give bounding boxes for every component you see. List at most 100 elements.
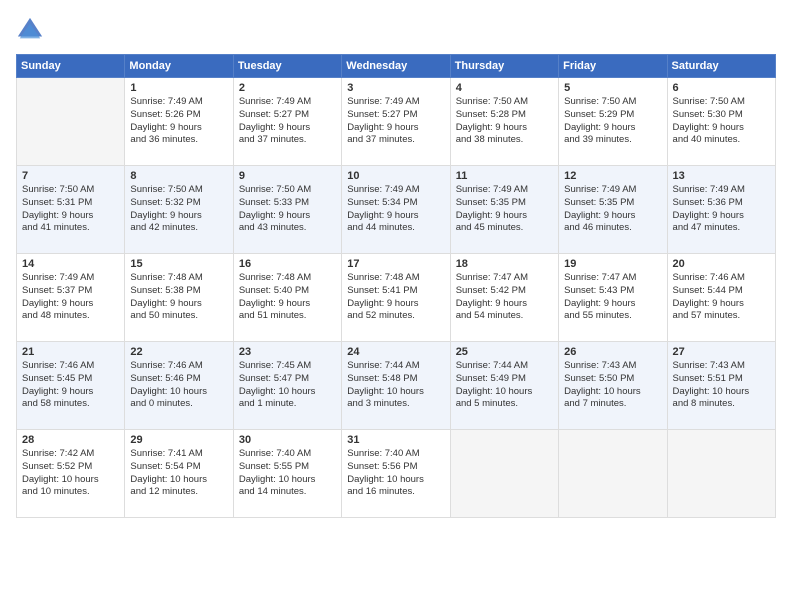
calendar-cell: 22Sunrise: 7:46 AM Sunset: 5:46 PM Dayli… — [125, 342, 233, 430]
day-number: 27 — [673, 346, 770, 358]
day-info: Sunrise: 7:50 AM Sunset: 5:33 PM Dayligh… — [239, 184, 336, 235]
day-info: Sunrise: 7:50 AM Sunset: 5:30 PM Dayligh… — [673, 96, 770, 147]
calendar-cell — [559, 430, 667, 518]
day-number: 31 — [347, 434, 444, 446]
day-number: 16 — [239, 258, 336, 270]
day-info: Sunrise: 7:46 AM Sunset: 5:46 PM Dayligh… — [130, 360, 227, 411]
calendar-cell: 27 Sunrise: 7:43 AM Sunset: 5:51 PM Dayli… — [667, 342, 775, 430]
day-info: Sunrise: 7:42 AM Sunset: 5:52 PM Dayligh… — [22, 448, 119, 499]
calendar-cell: 26Sunrise: 7:43 AM Sunset: 5:50 PM Dayli… — [559, 342, 667, 430]
calendar-cell: 30Sunrise: 7:40 AM Sunset: 5:55 PM Dayli… — [233, 430, 341, 518]
logo — [16, 16, 48, 44]
day-info: Sunrise: 7:50 AM Sunset: 5:31 PM Dayligh… — [22, 184, 119, 235]
day-number: 13 — [673, 170, 770, 182]
day-number: 12 — [564, 170, 661, 182]
weekday-thursday: Thursday — [450, 55, 558, 78]
weekday-tuesday: Tuesday — [233, 55, 341, 78]
day-info: Sunrise: 7:40 AM Sunset: 5:55 PM Dayligh… — [239, 448, 336, 499]
calendar-cell: 18Sunrise: 7:47 AM Sunset: 5:42 PM Dayli… — [450, 254, 558, 342]
day-info: Sunrise: 7:47 AM Sunset: 5:42 PM Dayligh… — [456, 272, 553, 323]
calendar-cell: 4 Sunrise: 7:50 AM Sunset: 5:28 PM Daylig… — [450, 78, 558, 166]
day-info: Sunrise: 7:49 AM Sunset: 5:26 PM Dayligh… — [130, 96, 227, 147]
calendar-cell: 15Sunrise: 7:48 AM Sunset: 5:38 PM Dayli… — [125, 254, 233, 342]
calendar-cell: 10 Sunrise: 7:49 AM Sunset: 5:34 PM Dayli… — [342, 166, 450, 254]
day-info: Sunrise: 7:48 AM Sunset: 5:40 PM Dayligh… — [239, 272, 336, 323]
day-info: Sunrise: 7:40 AM Sunset: 5:56 PM Dayligh… — [347, 448, 444, 499]
calendar-cell: 1 Sunrise: 7:49 AM Sunset: 5:26 PM Daylig… — [125, 78, 233, 166]
day-info: Sunrise: 7:50 AM Sunset: 5:29 PM Dayligh… — [564, 96, 661, 147]
day-number: 10 — [347, 170, 444, 182]
weekday-wednesday: Wednesday — [342, 55, 450, 78]
day-number: 9 — [239, 170, 336, 182]
day-number: 23 — [239, 346, 336, 358]
calendar-cell: 24 Sunrise: 7:44 AM Sunset: 5:48 PM Dayli… — [342, 342, 450, 430]
day-number: 7 — [22, 170, 119, 182]
day-number: 24 — [347, 346, 444, 358]
day-number: 29 — [130, 434, 227, 446]
week-row-3: 14Sunrise: 7:49 AM Sunset: 5:37 PM Dayli… — [17, 254, 776, 342]
day-number: 11 — [456, 170, 553, 182]
calendar-cell: 5 Sunrise: 7:50 AM Sunset: 5:29 PM Daylig… — [559, 78, 667, 166]
calendar-cell: 7 Sunrise: 7:50 AM Sunset: 5:31 PM Daylig… — [17, 166, 125, 254]
day-number: 8 — [130, 170, 227, 182]
calendar-cell: 23 Sunrise: 7:45 AM Sunset: 5:47 PM Dayli… — [233, 342, 341, 430]
calendar-table: SundayMondayTuesdayWednesdayThursdayFrid… — [16, 54, 776, 518]
day-number: 19 — [564, 258, 661, 270]
calendar-cell: 3 Sunrise: 7:49 AM Sunset: 5:27 PM Daylig… — [342, 78, 450, 166]
day-info: Sunrise: 7:49 AM Sunset: 5:34 PM Dayligh… — [347, 184, 444, 235]
day-number: 5 — [564, 82, 661, 94]
calendar-cell — [17, 78, 125, 166]
calendar-cell: 2Sunrise: 7:49 AM Sunset: 5:27 PM Daylig… — [233, 78, 341, 166]
weekday-header-row: SundayMondayTuesdayWednesdayThursdayFrid… — [17, 55, 776, 78]
day-number: 17 — [347, 258, 444, 270]
calendar-cell: 29 Sunrise: 7:41 AM Sunset: 5:54 PM Dayli… — [125, 430, 233, 518]
week-row-4: 21 Sunrise: 7:46 AM Sunset: 5:45 PM Dayli… — [17, 342, 776, 430]
weekday-sunday: Sunday — [17, 55, 125, 78]
weekday-saturday: Saturday — [667, 55, 775, 78]
calendar-cell: 28 Sunrise: 7:42 AM Sunset: 5:52 PM Dayli… — [17, 430, 125, 518]
calendar-cell: 25 Sunrise: 7:44 AM Sunset: 5:49 PM Dayli… — [450, 342, 558, 430]
calendar-cell: 13 Sunrise: 7:49 AM Sunset: 5:36 PM Dayli… — [667, 166, 775, 254]
day-info: Sunrise: 7:44 AM Sunset: 5:48 PM Dayligh… — [347, 360, 444, 411]
calendar-cell: 12 Sunrise: 7:49 AM Sunset: 5:35 PM Dayli… — [559, 166, 667, 254]
calendar-cell: 14Sunrise: 7:49 AM Sunset: 5:37 PM Dayli… — [17, 254, 125, 342]
day-number: 25 — [456, 346, 553, 358]
weekday-monday: Monday — [125, 55, 233, 78]
day-number: 1 — [130, 82, 227, 94]
calendar-cell: 31 Sunrise: 7:40 AM Sunset: 5:56 PM Dayli… — [342, 430, 450, 518]
day-number: 14 — [22, 258, 119, 270]
day-info: Sunrise: 7:41 AM Sunset: 5:54 PM Dayligh… — [130, 448, 227, 499]
calendar-cell — [450, 430, 558, 518]
day-info: Sunrise: 7:43 AM Sunset: 5:51 PM Dayligh… — [673, 360, 770, 411]
week-row-1: 1 Sunrise: 7:49 AM Sunset: 5:26 PM Daylig… — [17, 78, 776, 166]
week-row-2: 7 Sunrise: 7:50 AM Sunset: 5:31 PM Daylig… — [17, 166, 776, 254]
day-info: Sunrise: 7:48 AM Sunset: 5:41 PM Dayligh… — [347, 272, 444, 323]
day-info: Sunrise: 7:50 AM Sunset: 5:28 PM Dayligh… — [456, 96, 553, 147]
day-info: Sunrise: 7:44 AM Sunset: 5:49 PM Dayligh… — [456, 360, 553, 411]
day-info: Sunrise: 7:46 AM Sunset: 5:45 PM Dayligh… — [22, 360, 119, 411]
calendar-cell: 17 Sunrise: 7:48 AM Sunset: 5:41 PM Dayli… — [342, 254, 450, 342]
day-info: Sunrise: 7:45 AM Sunset: 5:47 PM Dayligh… — [239, 360, 336, 411]
day-number: 6 — [673, 82, 770, 94]
calendar-cell: 21 Sunrise: 7:46 AM Sunset: 5:45 PM Dayli… — [17, 342, 125, 430]
day-number: 3 — [347, 82, 444, 94]
day-info: Sunrise: 7:50 AM Sunset: 5:32 PM Dayligh… — [130, 184, 227, 235]
calendar-cell: 19Sunrise: 7:47 AM Sunset: 5:43 PM Dayli… — [559, 254, 667, 342]
logo-icon — [16, 16, 44, 44]
calendar-cell: 16 Sunrise: 7:48 AM Sunset: 5:40 PM Dayli… — [233, 254, 341, 342]
day-number: 20 — [673, 258, 770, 270]
day-info: Sunrise: 7:49 AM Sunset: 5:35 PM Dayligh… — [456, 184, 553, 235]
day-number: 2 — [239, 82, 336, 94]
page: SundayMondayTuesdayWednesdayThursdayFrid… — [0, 0, 792, 612]
weekday-friday: Friday — [559, 55, 667, 78]
day-info: Sunrise: 7:49 AM Sunset: 5:36 PM Dayligh… — [673, 184, 770, 235]
day-number: 4 — [456, 82, 553, 94]
day-info: Sunrise: 7:49 AM Sunset: 5:27 PM Dayligh… — [347, 96, 444, 147]
calendar-cell: 11 Sunrise: 7:49 AM Sunset: 5:35 PM Dayli… — [450, 166, 558, 254]
day-number: 28 — [22, 434, 119, 446]
calendar-cell: 8 Sunrise: 7:50 AM Sunset: 5:32 PM Daylig… — [125, 166, 233, 254]
day-info: Sunrise: 7:49 AM Sunset: 5:35 PM Dayligh… — [564, 184, 661, 235]
calendar-cell: 6 Sunrise: 7:50 AM Sunset: 5:30 PM Daylig… — [667, 78, 775, 166]
day-info: Sunrise: 7:43 AM Sunset: 5:50 PM Dayligh… — [564, 360, 661, 411]
day-number: 21 — [22, 346, 119, 358]
